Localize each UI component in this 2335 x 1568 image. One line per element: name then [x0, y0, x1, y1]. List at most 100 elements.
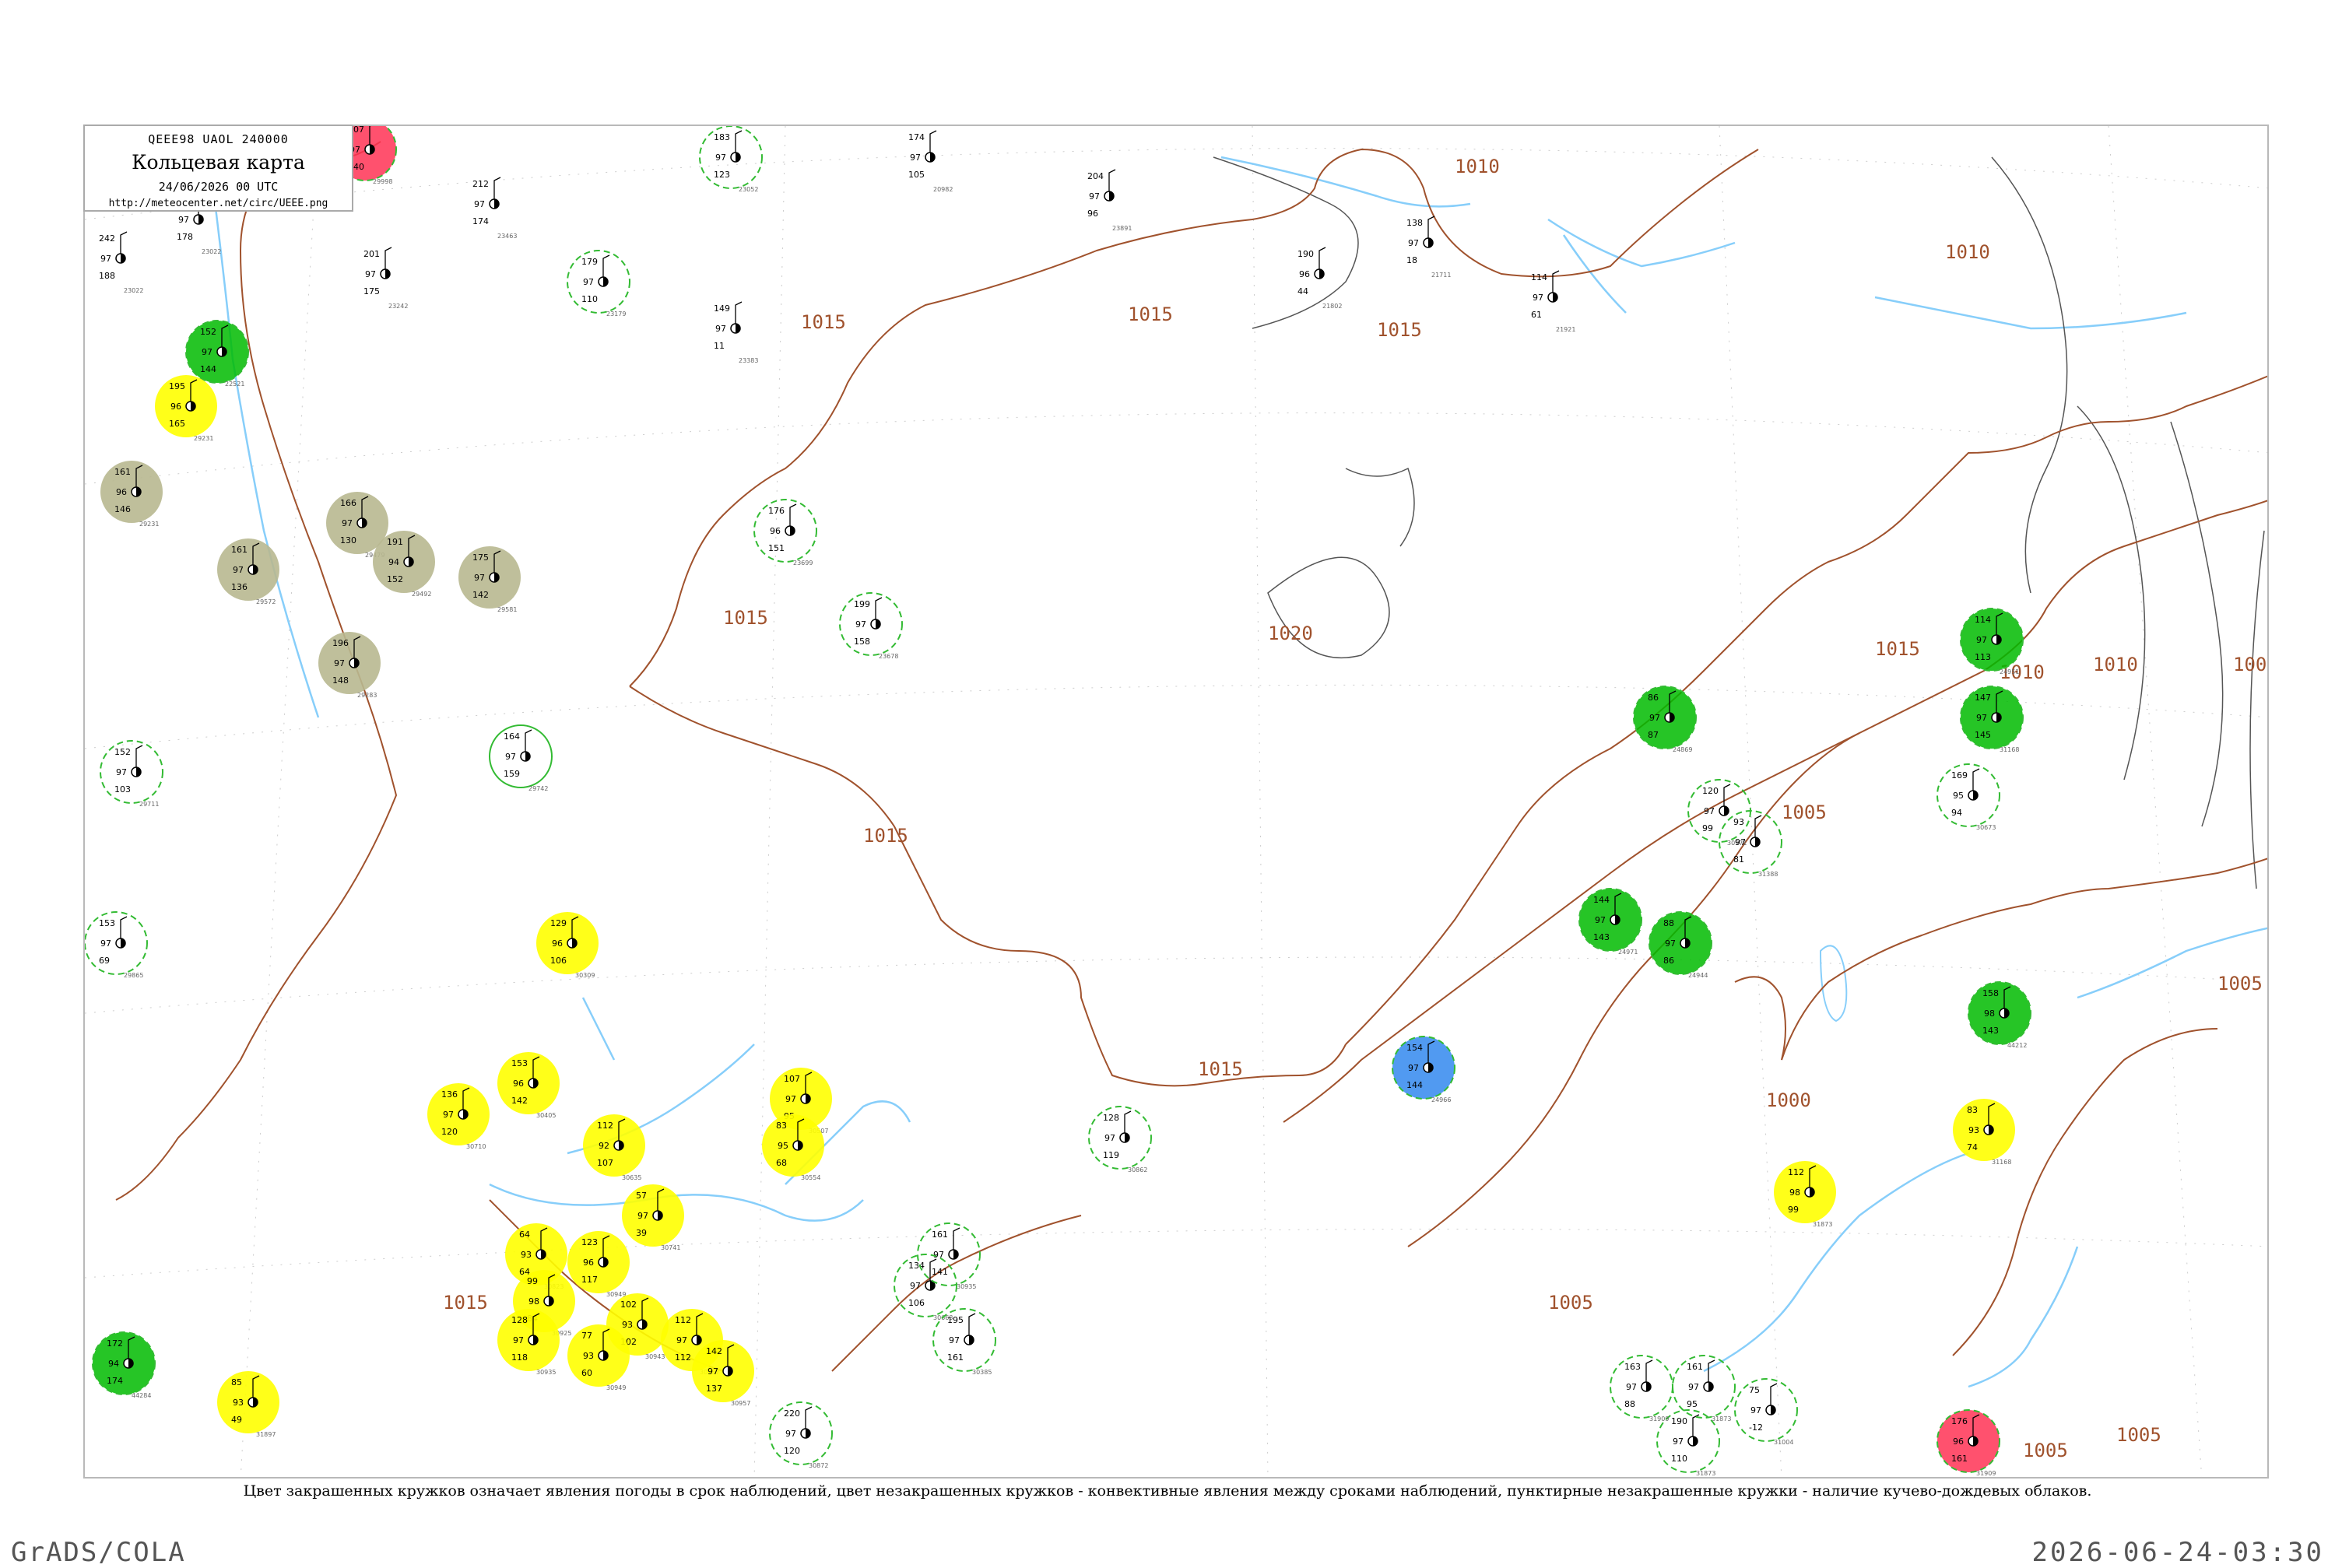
source-url[interactable]: http://meteocenter.net/circ/UEEE.png: [85, 198, 352, 209]
station-23179-6[interactable]: 179 97 110 23179: [567, 250, 630, 317]
station-30949-34[interactable]: 1239611730949: [567, 1231, 630, 1298]
station-31168-51[interactable]: 147 97 145 31168: [1960, 686, 2024, 753]
station-23052-0[interactable]: 183 97 123 23052: [699, 126, 763, 193]
station-23463-2[interactable]: 212 97 174 23463: [472, 177, 517, 240]
station-29865-25[interactable]: 153 97 69 29865: [85, 911, 148, 979]
station-31897-54[interactable]: 85 93 49 31897: [217, 1371, 279, 1438]
station-29572-19[interactable]: 161 97 136 29572: [217, 538, 279, 605]
wind-barb-icon: [120, 231, 128, 254]
station-top-value: 161: [1687, 1362, 1703, 1372]
map-canvas: 1015 10151015101510151015101010101010 1010…: [85, 126, 2267, 1477]
station-bottom-value: 68: [776, 1158, 787, 1168]
station-23022-4[interactable]: 242 97 188 23022: [99, 231, 143, 294]
wind-barb-icon: [1552, 270, 1560, 293]
station-31004-61[interactable]: 75 97 -12 31004: [1734, 1378, 1798, 1446]
station-30554-30[interactable]: 83 95 68 30554: [762, 1114, 824, 1181]
station-44284-53[interactable]: 172 94 174 44284: [92, 1331, 156, 1399]
station-30949-38[interactable]: 77 93 60 30949: [567, 1324, 630, 1391]
station-bottom-value: 188: [99, 271, 115, 281]
wind-barb-icon: [929, 130, 937, 153]
station-30309-26[interactable]: 129 96 106 30309: [536, 912, 599, 979]
station-id: 29231: [139, 521, 159, 528]
station-24944-49[interactable]: 88 97 86 24944: [1649, 911, 1712, 979]
station-23242-5[interactable]: 201 97 175 23242: [363, 247, 408, 310]
station-30872-41[interactable]: 220 97 120 30872: [769, 1401, 833, 1469]
station-44212-52[interactable]: 158 98 143 44212: [1968, 981, 2031, 1049]
station-top-value: 242: [99, 233, 115, 244]
station-30663-43[interactable]: 1349710630663: [894, 1254, 957, 1321]
station-bottom-value: 148: [332, 675, 349, 686]
station-30957-40[interactable]: 142 97 137 30957: [692, 1340, 754, 1407]
station-31873-56[interactable]: 112 98 99 31873: [1774, 1161, 1836, 1228]
station-21711-10[interactable]: 138 97 18 21711: [1406, 216, 1451, 279]
station-23678-23[interactable]: 199 97 158 23678: [839, 592, 903, 660]
station-24971-48[interactable]: 144 97 143 24971: [1578, 888, 1642, 956]
station-top-value: 172: [107, 1338, 123, 1349]
isobar-label: 1005: [1548, 1292, 1593, 1314]
observation-date: 24/06/2026 00 UTC: [158, 180, 279, 194]
station-20982-1[interactable]: 174 97 105 20982: [908, 130, 953, 193]
station-29711-24[interactable]: 152 97 103 29711: [100, 740, 163, 808]
station-24869-47[interactable]: 86 97 87 24869: [1633, 686, 1697, 753]
station-top-value: 183: [714, 132, 730, 142]
station-29742-21[interactable]: 164 97 159 29742: [489, 724, 553, 792]
station-23383-7[interactable]: 149 97 11 23383: [714, 301, 758, 364]
station-31873-60[interactable]: 161 97 95 31873: [1672, 1355, 1736, 1422]
station-top-value: 204: [1087, 171, 1104, 181]
station-30862-42[interactable]: 128 97 119 30862: [1088, 1106, 1152, 1173]
station-bottom-value: 165: [169, 419, 185, 429]
station-id: 24951: [2000, 668, 2019, 675]
station-23891-8[interactable]: 204 97 96 23891: [1087, 169, 1132, 232]
station-mid-value: 93: [233, 1398, 244, 1408]
station-id: 31909: [1976, 1470, 1996, 1477]
station-id: 30385: [972, 1369, 992, 1376]
station-top-value: 83: [1967, 1105, 1978, 1115]
station-mid-value: 97: [1089, 191, 1100, 202]
station-id: 23022: [124, 287, 143, 294]
station-top-value: 161: [114, 467, 131, 477]
station-29231-14[interactable]: 195 96 165 29231: [155, 375, 217, 442]
station-bottom-value: 61: [1531, 310, 1542, 320]
station-24966-46[interactable]: 154 97 144 24966: [1392, 1036, 1455, 1103]
station-mid-value: 97: [785, 1094, 796, 1104]
station-bottom-value: 11: [714, 341, 725, 351]
station-top-value: 147: [1975, 693, 1991, 703]
station-top-value: 99: [527, 1276, 538, 1286]
station-top-value: 107: [784, 1074, 800, 1084]
station-30673-64[interactable]: 169 95 94 30673: [1936, 763, 2000, 831]
station-bottom-value: 39: [636, 1228, 647, 1238]
wind-barb-icon: [120, 916, 128, 938]
station-29581-18[interactable]: 175 97 142 29581: [458, 546, 521, 613]
station-bottom-value: 120: [441, 1127, 458, 1137]
station-mid-value: 97: [1976, 713, 1987, 723]
station-bottom-value: 142: [472, 590, 489, 600]
station-31909-57[interactable]: 176 96 161 31909: [1936, 1409, 2000, 1477]
station-29283-20[interactable]: 196 97 148 29283: [318, 632, 381, 699]
station-31909-59[interactable]: 163 97 88 31909: [1610, 1355, 1673, 1422]
station-mid-value: 97: [513, 1335, 524, 1345]
station-30405-28[interactable]: 153 96 142 30405: [497, 1052, 560, 1119]
station-29231-15[interactable]: 161 96 146 29231: [100, 461, 163, 528]
station-id: 23242: [388, 303, 408, 310]
station-mid-value: 96: [1299, 269, 1310, 279]
station-top-value: 128: [1103, 1113, 1119, 1123]
station-23699-22[interactable]: 176 96 151 23699: [753, 499, 817, 567]
station-30710-27[interactable]: 136 97 120 30710: [427, 1083, 490, 1150]
isobar-label: 1020: [1268, 623, 1313, 644]
station-id: 29581: [497, 606, 517, 613]
station-id: 20982: [933, 186, 953, 193]
station-top-value: 114: [1975, 615, 1991, 625]
isobars: [115, 141, 2267, 1372]
wind-barb-icon: [735, 301, 743, 324]
station-30635-31[interactable]: 112 92 107 30635: [583, 1114, 645, 1181]
station-top-value: 144: [1593, 895, 1610, 905]
station-30741-32[interactable]: 57 97 39 30741: [622, 1184, 684, 1251]
station-21802-9[interactable]: 190 96 44 21802: [1297, 247, 1342, 310]
station-top-value: 75: [1749, 1385, 1760, 1395]
station-mid-value: 97: [1533, 293, 1543, 303]
station-30935-36[interactable]: 128 97 118 30935: [497, 1309, 560, 1376]
isobar-label: 1015: [1377, 319, 1422, 341]
station-21921-11[interactable]: 114 97 61 21921: [1531, 270, 1575, 333]
station-29492-17[interactable]: 191 94 152 29492: [373, 531, 435, 598]
isobar-label: 1010: [1455, 156, 1500, 177]
